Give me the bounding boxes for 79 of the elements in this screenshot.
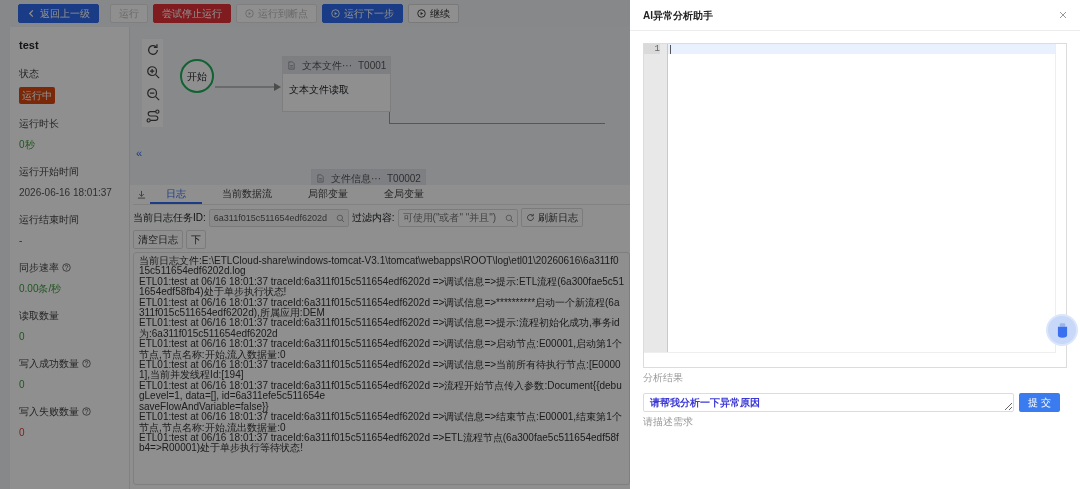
log-line: saveFlowAndVariable=false}} <box>139 401 270 413</box>
chevron-left-icon <box>27 9 36 18</box>
field-value: 0 <box>19 330 25 342</box>
field-value: 0 <box>19 378 25 390</box>
node-title: 文本文件··· <box>302 59 352 73</box>
node-label: 文本文件读取 <box>288 83 350 97</box>
log-line: ETL01:test at 06/16 18:01:37 traceId:6a311f015c511654edf6202d =>调试信息=>**********启动一个新流程(6a311f015c511654edf6202d),所属应用:DEM <box>139 297 621 319</box>
connector-line <box>215 82 282 92</box>
panel-title: test <box>19 38 40 53</box>
refresh-icon <box>525 213 535 222</box>
line-number: 1 <box>644 44 660 54</box>
field-value: 0 <box>19 426 25 438</box>
task-id-field[interactable]: 6a311f015c511654edf6202d <box>208 208 349 227</box>
submit-button[interactable]: 提 交 <box>1019 393 1060 412</box>
play-circle-icon <box>417 9 426 18</box>
toolbar-button[interactable]: 运行下一步 <box>322 4 403 23</box>
help-icon <box>62 262 71 272</box>
toolbar-button[interactable]: 返回上一级 <box>18 4 99 23</box>
task-node[interactable]: 文件信息··· T00002 <box>311 169 426 185</box>
search-icon <box>504 213 514 223</box>
field-value: 0.00条/秒 <box>19 282 62 294</box>
status-badge: 运行中 <box>19 86 55 104</box>
field-label: 读取数量 <box>19 308 59 323</box>
node-title: 文件信息··· <box>331 172 381 185</box>
help-icon <box>82 358 91 368</box>
play-circle-icon <box>245 9 254 18</box>
tab[interactable]: 当前数据流 <box>206 185 288 204</box>
field-label: 运行结束时间 <box>19 212 79 227</box>
log-line: ETL01:test at 06/16 18:01:37 traceId:6a311f015c511654edf6202d =>调试信息=>提示:流程初始化成功,事务id为:6a311f015c511654edf6202d <box>139 318 620 340</box>
field-label: 状态 <box>19 66 39 81</box>
tab[interactable]: 局部变量 <box>292 185 364 204</box>
start-node[interactable]: 开始 <box>180 59 214 93</box>
log-line: ETL01:test at 06/16 18:01:37 traceId:6a311f015c511654edf6202d =>调试信息=>提示:ETL流程(6a300fae5c511654edf58fb4)处于单步执行状态! <box>139 276 624 298</box>
refresh-icon[interactable] <box>145 43 160 57</box>
field-label: 写入失败数量 <box>19 404 79 419</box>
field-value: 0秒 <box>19 138 35 150</box>
text-cursor <box>670 44 671 54</box>
toolbar-button[interactable]: 尝试停止运行 <box>153 4 231 23</box>
log-button[interactable]: 下 <box>186 230 206 249</box>
help-icon <box>82 406 91 416</box>
field-value: - <box>19 234 23 246</box>
collapse-button[interactable]: « <box>136 145 143 162</box>
log-line: ETL01:test at 06/16 18:01:37 traceId:6a311f015c511654edf6202d =>ETL流程节点(6a300fae5c511654edf58fb4=>R00001)处于单步执行等待状态! <box>139 432 620 454</box>
layout-icon[interactable] <box>145 109 160 123</box>
field-label: 分析结果 <box>643 371 684 385</box>
field-label: 写入成功数量 <box>19 356 79 371</box>
log-line: ETL01:test at 06/16 18:01:37 traceId:6a311f015c511654edf6202d =>调试信息=>当前所有待执行节点:[E00001],当前并发线程Id:[194] <box>139 360 622 381</box>
field-label: 请描述需求 <box>643 415 694 429</box>
task-node[interactable]: 文本文件··· T0001 文本文件读取 <box>282 56 392 112</box>
tab[interactable]: 日志 <box>150 185 202 204</box>
file-icon <box>287 61 296 70</box>
zoom-in-icon[interactable] <box>145 65 160 79</box>
node-code: T0001 <box>358 59 387 73</box>
log-line: ETL01:test at 06/16 18:01:37 traceId:6a311f015c511654edf6202d =>调试信息=>启动节点:E00001,启动第1个节点,节点名称:开始,流入数据量:0 <box>139 339 623 361</box>
toolbar-button[interactable]: 继续 <box>408 4 459 23</box>
assistant-button[interactable] <box>1046 314 1078 346</box>
code-editor[interactable]: 1 <box>643 43 1067 368</box>
field-label: 运行开始时间 <box>19 164 79 179</box>
field-label: 当前日志任务ID: <box>133 211 206 225</box>
download-icon[interactable] <box>137 190 146 199</box>
field-label: 同步速率 <box>19 260 59 275</box>
search-icon <box>335 213 345 223</box>
prompt-field[interactable]: 请帮我分析一下异常原因 <box>643 393 1015 412</box>
filter-field[interactable]: 可使用("或者" "并且") <box>397 208 518 227</box>
node-code: T00002 <box>387 172 421 185</box>
file-icon <box>316 174 325 183</box>
drawer-title: AI异常分析助手 <box>643 8 713 23</box>
field-label: 运行时长 <box>19 116 59 131</box>
zoom-out-icon[interactable] <box>145 87 160 101</box>
field-label: 过滤内容: <box>351 211 395 225</box>
log-line: ETL01:test at 06/16 18:01:37 traceId:6a311f015c511654edf6202d =>调试信息=>结束节点:E00001,结束第1个节点,节点名称:开始,流出数据量:0 <box>139 412 623 433</box>
log-line: 当前日志文件:E:\ETLCloud-share\windows-tomcat-V3.1\tomcat\webapps\ROOT\log\etl01\20260616\6a311f015c511654edf6202d.log <box>139 256 619 277</box>
log-button[interactable]: 刷新日志 <box>520 208 583 227</box>
log-button[interactable]: 清空日志 <box>133 230 183 249</box>
field-value: 2026-06-16 18:01:37 <box>19 186 112 198</box>
cylinder-icon <box>1056 322 1068 338</box>
close-icon[interactable] <box>1058 10 1068 20</box>
tab[interactable]: 全局变量 <box>368 185 440 204</box>
play-circle-icon <box>331 9 340 18</box>
